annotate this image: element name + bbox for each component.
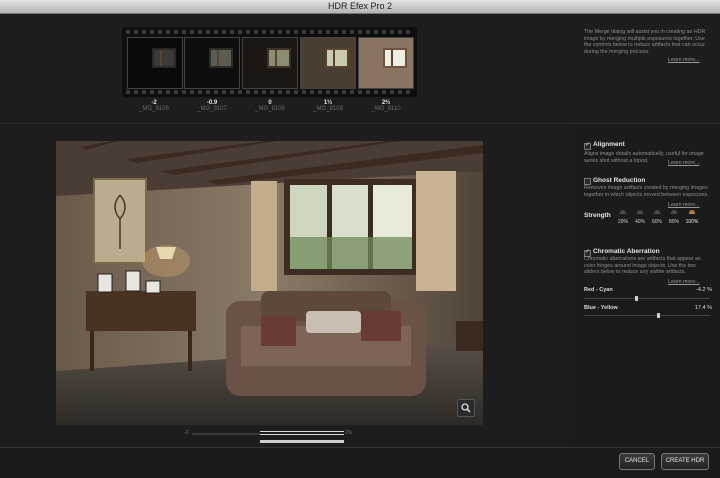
exposure-thumbnail-5[interactable] [358, 37, 414, 89]
strength-option-20[interactable]: 20% [615, 210, 631, 225]
slider-handle[interactable] [634, 296, 638, 301]
red-cyan-value: -4.2 % [696, 287, 712, 293]
title-bar: HDR Efex Pro 2 [0, 0, 720, 14]
film-perforations [126, 30, 413, 34]
intro-description: The Merge dialog will assist you in crea… [584, 29, 706, 55]
alignment-checkbox[interactable]: ✓ [584, 142, 591, 150]
strength-option-label: 80% [668, 219, 679, 225]
exposure-filename: _MG_9110 [371, 106, 401, 112]
strength-option-label: 60% [651, 219, 662, 225]
slider-max-label: 2⅔ [345, 430, 352, 436]
merge-settings-panel: The Merge dialog will assist you in crea… [570, 14, 720, 447]
blue-yellow-label: Blue - Yellow [584, 305, 618, 311]
slider-handle[interactable] [260, 431, 344, 437]
exposure-filename: _MG_9109 [313, 106, 343, 112]
hdr-preview-image [56, 141, 483, 425]
alignment-learn-more-link[interactable]: Learn more... [668, 160, 700, 166]
chromatic-aberration-heading: Chromatic Aberration [593, 248, 660, 255]
ghost-reduction-description: Removes image artifacts created by mergi… [584, 185, 709, 198]
chromatic-aberration-learn-more-link[interactable]: Learn more... [668, 279, 700, 285]
blue-yellow-slider[interactable] [584, 313, 710, 318]
exposure-label: 1⅓ _MG_9109 [298, 100, 358, 112]
slider-min-label: -2 [184, 430, 189, 436]
strength-option-60[interactable]: 60% [649, 210, 665, 225]
strength-option-label: 100% [685, 219, 699, 225]
strength-option-40[interactable]: 40% [632, 210, 648, 225]
chromatic-aberration-description: Chromatic aberrations are artifacts that… [584, 256, 701, 276]
strength-label: Strength [584, 212, 611, 219]
red-cyan-slider[interactable] [584, 296, 710, 301]
exposure-label: -2 _MG_9106 [124, 100, 184, 112]
strength-dial-icon [654, 210, 660, 214]
ghost-reduction-heading: Ghost Reduction [593, 177, 646, 184]
ghost-reduction-checkbox[interactable] [584, 178, 591, 185]
exposure-preview-slider[interactable]: -2 2⅔ [184, 429, 354, 445]
strength-option-label: 20% [617, 219, 628, 225]
room-photo [56, 141, 483, 425]
strength-option-label: 40% [634, 219, 645, 225]
divider [570, 123, 720, 124]
slider-track [584, 315, 710, 316]
exposure-label: 0 _MG_9108 [240, 100, 300, 112]
dialog-footer: CANCEL CREATE HDR [0, 447, 720, 478]
intro-learn-more-link[interactable]: Learn more... [668, 57, 700, 63]
exposure-thumbnail-4[interactable] [300, 37, 356, 89]
zoom-button[interactable] [457, 399, 475, 417]
red-cyan-label: Red - Cyan [584, 287, 613, 293]
exposure-filename: _MG_9107 [197, 106, 227, 112]
strength-dial-icon [620, 210, 626, 214]
slider-handle-base [260, 440, 344, 443]
window-title: HDR Efex Pro 2 [327, 1, 393, 11]
strength-dial-selected-icon [689, 210, 695, 214]
film-perforations [126, 90, 413, 94]
slider-track [584, 298, 710, 299]
strength-dial-icon [637, 210, 643, 214]
strength-option-80[interactable]: 80% [666, 210, 682, 225]
ghost-reduction-learn-more-link[interactable]: Learn more... [668, 202, 700, 208]
magnifier-icon [461, 403, 471, 413]
create-hdr-button[interactable]: CREATE HDR [661, 453, 709, 470]
exposure-thumbnail-2[interactable] [184, 37, 240, 89]
slider-handle[interactable] [657, 313, 661, 318]
exposure-thumbnail-1[interactable] [127, 37, 183, 89]
blue-yellow-value: 17.4 % [694, 305, 712, 311]
exposure-label: 2⅔ _MG_9110 [356, 100, 416, 112]
exposure-filename: _MG_9106 [139, 106, 169, 112]
alignment-heading: Alignment [593, 141, 625, 148]
exposure-thumbnail-3[interactable] [242, 37, 298, 89]
preview-area: -2 2⅔ [0, 124, 570, 447]
exposure-filename: _MG_9108 [255, 106, 285, 112]
exposure-label: -0.9 _MG_9107 [182, 100, 242, 112]
cancel-button[interactable]: CANCEL [619, 453, 655, 470]
strength-option-100[interactable]: 100% [683, 210, 701, 225]
filmstrip [122, 27, 417, 97]
strength-dial-icon [671, 210, 677, 214]
